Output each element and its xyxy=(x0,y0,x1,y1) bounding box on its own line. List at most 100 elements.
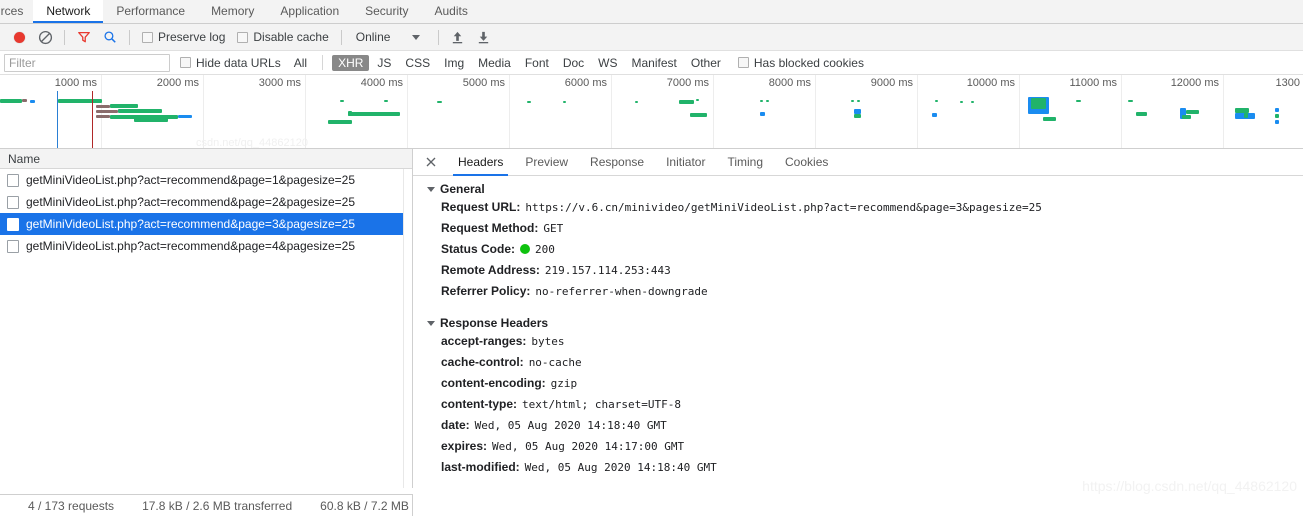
request-row[interactable]: getMiniVideoList.php?act=recommend&page=… xyxy=(0,169,412,191)
general-section-header[interactable]: General xyxy=(413,178,1303,200)
tab-audits[interactable]: Audits xyxy=(421,0,480,23)
header-row-status-code: Status Code: 200 xyxy=(413,242,1303,263)
preserve-log-label: Preserve log xyxy=(158,30,226,44)
close-details-button[interactable] xyxy=(421,152,441,172)
request-row-selected[interactable]: getMiniVideoList.php?act=recommend&page=… xyxy=(0,213,412,235)
details-tab-initiator[interactable]: Initiator xyxy=(655,149,716,175)
checkbox-box-icon xyxy=(237,31,249,43)
header-row-content-type: content-type: text/html; charset=UTF-8 xyxy=(413,397,1303,418)
header-value: https://v.6.cn/minivideo/getMiniVideoLis… xyxy=(525,201,1042,214)
overview-gridlines: 1000 ms 2000 ms 3000 ms 4000 ms 5000 ms … xyxy=(0,75,1303,148)
header-row-request-method: Request Method: GET xyxy=(413,221,1303,242)
request-list-scrollbar[interactable] xyxy=(403,169,412,488)
overview-tick-label: 2000 ms xyxy=(156,77,199,89)
overview-tick-label: 11000 ms xyxy=(1069,77,1118,89)
document-icon xyxy=(7,195,19,209)
header-key: Request URL: xyxy=(441,200,521,214)
details-tab-cookies[interactable]: Cookies xyxy=(774,149,839,175)
response-headers-section-header[interactable]: Response Headers xyxy=(413,312,1303,334)
throttling-select[interactable]: Online xyxy=(348,27,432,47)
request-list[interactable]: getMiniVideoList.php?act=recommend&page=… xyxy=(0,169,412,488)
header-value: Wed, 05 Aug 2020 14:17:00 GMT xyxy=(492,440,685,453)
tab-label: Performance xyxy=(116,4,186,18)
header-key: Request Method: xyxy=(441,221,539,235)
tab-application[interactable]: Application xyxy=(267,0,352,23)
request-name: getMiniVideoList.php?act=recommend&page=… xyxy=(26,195,356,209)
header-row-accept-ranges: accept-ranges: bytes xyxy=(413,334,1303,355)
general-section-title: General xyxy=(440,182,485,196)
overview-tick-label: 10000 ms xyxy=(966,77,1015,89)
type-filter-other[interactable]: Other xyxy=(685,55,727,71)
tab-network[interactable]: Network xyxy=(33,0,104,23)
type-filter-js[interactable]: JS xyxy=(371,55,397,71)
request-name: getMiniVideoList.php?act=recommend&page=… xyxy=(26,173,356,187)
header-value: gzip xyxy=(550,377,578,390)
details-tab-preview[interactable]: Preview xyxy=(514,149,579,175)
type-filter-manifest[interactable]: Manifest xyxy=(626,55,683,71)
type-filter-doc[interactable]: Doc xyxy=(557,55,590,71)
type-filter-ws[interactable]: WS xyxy=(592,55,623,71)
tab-label: Network xyxy=(46,4,91,18)
search-magnifier-icon xyxy=(104,31,116,43)
header-key: Referrer Policy: xyxy=(441,284,531,298)
tab-security[interactable]: Security xyxy=(352,0,421,23)
request-row[interactable]: getMiniVideoList.php?act=recommend&page=… xyxy=(0,235,412,257)
header-value: bytes xyxy=(531,335,565,348)
type-filter-all[interactable]: All xyxy=(288,55,313,71)
tab-sources[interactable]: urces xyxy=(0,0,33,23)
details-tab-timing[interactable]: Timing xyxy=(716,149,774,175)
clear-button[interactable] xyxy=(32,26,58,48)
chevron-down-icon xyxy=(412,34,421,40)
preserve-log-checkbox[interactable]: Preserve log xyxy=(142,30,225,44)
overview-tick-label: 1000 ms xyxy=(54,77,97,89)
document-icon xyxy=(7,173,19,187)
details-tab-headers[interactable]: Headers xyxy=(447,149,514,176)
import-har-button[interactable] xyxy=(445,26,471,48)
export-har-down-arrow-icon xyxy=(479,31,489,43)
type-filter-css[interactable]: CSS xyxy=(399,55,436,71)
filter-input[interactable] xyxy=(4,53,170,72)
tab-label: Memory xyxy=(211,4,255,18)
header-key: Status Code: xyxy=(441,242,516,256)
request-row[interactable]: getMiniVideoList.php?act=recommend&page=… xyxy=(0,191,412,213)
details-tab-response[interactable]: Response xyxy=(579,149,655,175)
type-filter-media[interactable]: Media xyxy=(472,55,517,71)
overview-tick-label: 6000 ms xyxy=(564,77,607,89)
header-row-remote-address: Remote Address: 219.157.114.253:443 xyxy=(413,263,1303,284)
status-ok-dot-icon xyxy=(520,244,531,254)
filter-toggle-button[interactable] xyxy=(71,26,97,48)
network-body: Name getMiniVideoList.php?act=recommend&… xyxy=(0,149,1303,488)
header-value: GET xyxy=(543,222,564,235)
disable-cache-checkbox[interactable]: Disable cache xyxy=(237,30,329,44)
status-resources: 60.8 kB / 7.2 MB resou xyxy=(320,498,412,513)
search-button[interactable] xyxy=(97,26,123,48)
network-overview-timeline[interactable]: 1000 ms 2000 ms 3000 ms 4000 ms 5000 ms … xyxy=(0,75,1303,149)
dom-content-loaded-marker xyxy=(57,91,58,148)
toolbar-divider xyxy=(340,29,342,45)
overview-tick-label: 8000 ms xyxy=(768,77,811,89)
devtools-network-panel: urces Network Performance Memory Applica… xyxy=(0,0,1303,516)
overview-tick-label: 4000 ms xyxy=(360,77,403,89)
has-blocked-cookies-checkbox[interactable]: Has blocked cookies xyxy=(737,56,864,70)
devtools-panel-tabbar: urces Network Performance Memory Applica… xyxy=(0,0,1303,24)
type-filter-xhr[interactable]: XHR xyxy=(332,54,370,71)
overview-tick-label: 1300 xyxy=(1275,77,1300,89)
header-key: content-type: xyxy=(441,397,517,411)
header-key: date: xyxy=(441,418,470,432)
type-filter-font[interactable]: Font xyxy=(519,55,555,71)
header-value: no-referrer-when-downgrade xyxy=(535,285,708,298)
type-filter-img[interactable]: Img xyxy=(438,55,470,71)
record-button[interactable] xyxy=(6,26,32,48)
hide-data-urls-checkbox[interactable]: Hide data URLs xyxy=(180,56,281,70)
status-requests-count: 4 / 173 requests xyxy=(28,498,115,513)
checkbox-box-icon xyxy=(737,57,749,68)
response-headers-section-title: Response Headers xyxy=(440,316,549,330)
tab-performance[interactable]: Performance xyxy=(103,0,198,23)
close-x-icon xyxy=(426,157,436,167)
tab-memory[interactable]: Memory xyxy=(198,0,267,23)
header-value: 200 xyxy=(535,243,555,256)
header-key: content-encoding: xyxy=(441,376,546,390)
request-column-header-name[interactable]: Name xyxy=(0,149,412,169)
checkbox-box-icon xyxy=(180,57,191,68)
export-har-button[interactable] xyxy=(471,26,497,48)
